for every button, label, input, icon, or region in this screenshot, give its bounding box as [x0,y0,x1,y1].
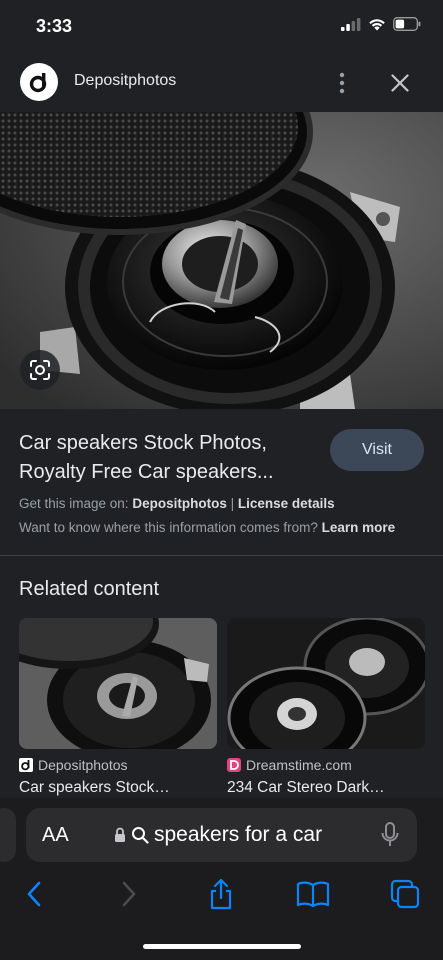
related-card[interactable]: Dreamstime.com 234 Car Stereo Dark… [227,618,425,797]
page-settings-button[interactable]: AA [42,824,69,847]
hero-image[interactable] [0,112,443,409]
status-icons [341,17,421,31]
close-button[interactable] [385,66,415,100]
more-vertical-icon [339,72,345,94]
aa-label: AA [42,824,69,846]
address-bar[interactable]: AA speakers for a car [26,808,417,862]
info-source-line: Want to know where this information come… [19,520,395,535]
address-text: speakers for a car [154,823,323,846]
related-caption[interactable]: Car speakers Stock… [19,779,217,797]
safari-toolbar [0,874,443,914]
related-card[interactable]: Depositphotos Car speakers Stock… [19,618,217,797]
close-icon [391,74,409,92]
forward-icon [122,881,136,907]
safari-bottom-bar: AA speakers for a car [0,798,443,960]
car-speaker-photo [0,112,443,409]
forward-button[interactable] [112,878,146,910]
get-image-source-link[interactable]: Depositphotos [132,496,227,511]
separator: | [230,496,235,511]
depositphotos-logo-icon [19,758,33,772]
google-lens-button[interactable] [20,350,60,390]
status-bar: 3:33 [0,0,443,56]
battery-icon [393,17,421,31]
related-thumbnail[interactable] [19,618,217,749]
source-name[interactable]: Depositphotos [74,72,176,90]
result-info: Car speakers Stock Photos, Royalty Free … [0,409,443,555]
license-details-link[interactable]: License details [238,496,335,511]
related-source: Depositphotos [19,757,217,773]
bookmarks-button[interactable] [296,878,330,910]
back-icon [27,881,41,907]
learn-more-link[interactable]: Learn more [322,520,396,535]
search-icon [132,827,149,844]
related-source: Dreamstime.com [227,757,425,773]
get-image-line: Get this image on: Depositphotos | Licen… [19,496,335,511]
home-indicator [143,944,301,949]
related-caption[interactable]: 234 Car Stereo Dark… [227,779,425,797]
tabs-button[interactable] [388,878,422,910]
related-source-name: Depositphotos [38,757,128,773]
previous-tab-peek[interactable] [0,808,16,862]
voice-search-button[interactable] [380,821,400,849]
cellular-signal-icon [341,17,361,31]
lock-icon [115,827,125,842]
related-thumbnail[interactable] [227,618,425,749]
share-icon [210,878,232,910]
tabs-icon [390,879,420,909]
microphone-icon [381,822,399,846]
result-title[interactable]: Car speakers Stock Photos, Royalty Free … [19,429,319,487]
address-field[interactable]: speakers for a car [114,823,322,847]
get-image-prefix: Get this image on: [19,496,129,511]
wifi-icon [369,18,385,30]
depositphotos-logo-icon[interactable] [20,63,58,101]
dreamstime-logo-icon [227,758,241,772]
more-options-button[interactable] [332,66,352,100]
share-button[interactable] [204,878,238,910]
back-button[interactable] [17,878,51,910]
bookmarks-icon [296,881,330,908]
status-time: 3:33 [36,16,73,36]
related-source-name: Dreamstime.com [246,757,352,773]
want-to-know-text: Want to know where this information come… [19,520,318,535]
divider [0,555,443,556]
google-lens-icon [30,360,50,380]
related-content-heading: Related content [19,578,160,600]
source-header: Depositphotos [0,56,443,112]
visit-button[interactable]: Visit [330,429,424,471]
